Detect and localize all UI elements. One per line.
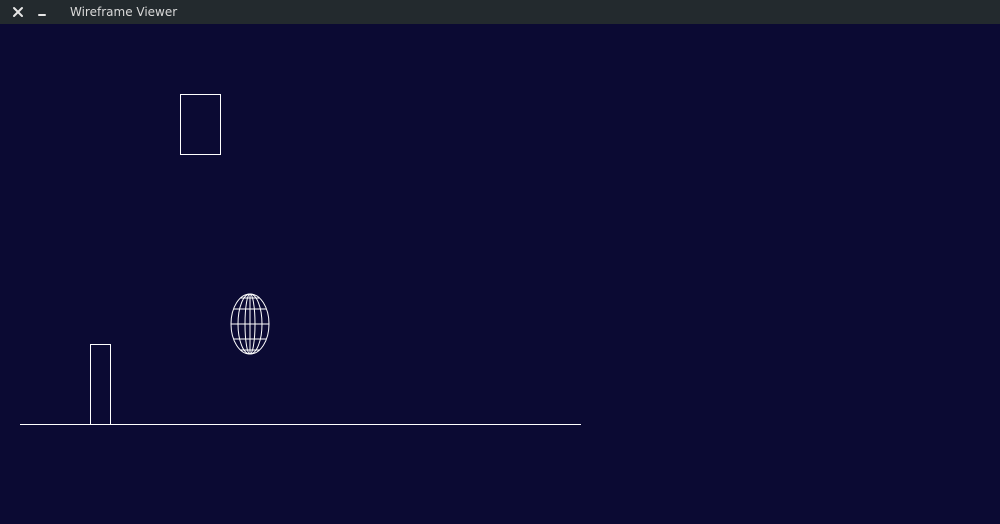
window-title: Wireframe Viewer bbox=[70, 5, 178, 19]
wireframe-scene bbox=[20, 94, 581, 425]
minimize-icon bbox=[38, 14, 46, 16]
minimize-button[interactable] bbox=[34, 4, 50, 20]
sphere-wireframe bbox=[230, 293, 270, 355]
floating-box-wireframe bbox=[180, 94, 221, 155]
title-bar: Wireframe Viewer bbox=[0, 0, 1000, 24]
viewport-canvas[interactable] bbox=[0, 24, 1000, 524]
close-icon bbox=[13, 7, 23, 17]
pillar-wireframe bbox=[90, 344, 111, 425]
app-window: Wireframe Viewer bbox=[0, 0, 1000, 524]
close-button[interactable] bbox=[10, 4, 26, 20]
